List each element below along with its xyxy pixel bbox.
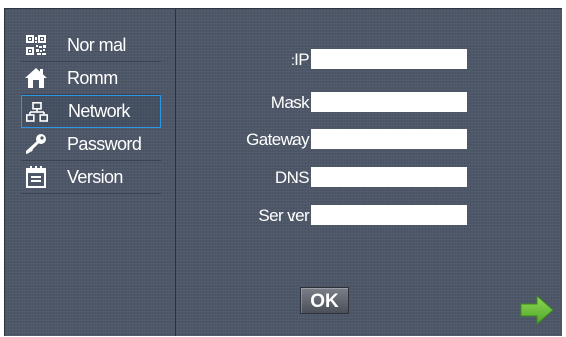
- gateway-colon: :: [291, 132, 295, 148]
- sidebar-item-label: Password: [67, 133, 142, 154]
- server-field[interactable]: [311, 205, 467, 225]
- ip-field[interactable]: [311, 49, 467, 69]
- sidebar-item-room[interactable]: Romm: [21, 62, 161, 95]
- mask-label: Mask: [270, 93, 310, 112]
- dns-row: DNS :: [176, 167, 562, 189]
- gateway-row: Gateway :: [176, 129, 562, 151]
- sidebar-item-password[interactable]: Password: [21, 128, 161, 161]
- arrow-right-icon: [519, 294, 555, 330]
- mask-field[interactable]: [311, 92, 467, 112]
- sidebar-item-network[interactable]: Network: [21, 95, 161, 128]
- calendar-icon: [24, 165, 48, 189]
- sidebar-item-version[interactable]: Version: [21, 161, 161, 194]
- sidebar: Nor mal Romm Network Password Version: [5, 9, 176, 336]
- server-row: Ser ver :: [176, 205, 562, 227]
- dns-colon: :: [291, 170, 295, 186]
- sidebar-item-label: Network: [68, 101, 130, 121]
- gateway-label: Gateway: [246, 130, 309, 149]
- next-button[interactable]: [519, 294, 555, 326]
- sidebar-item-normal[interactable]: Nor mal: [21, 29, 161, 62]
- ip-colon: :: [291, 52, 295, 68]
- sidebar-item-label: Nor mal: [67, 34, 126, 55]
- sidebar-item-label: Version: [67, 166, 123, 187]
- ok-button[interactable]: OK: [300, 287, 349, 314]
- network-icon: [25, 100, 49, 124]
- server-label: Ser ver: [258, 206, 309, 225]
- gateway-field[interactable]: [311, 129, 467, 149]
- settings-screen: Nor mal Romm Network Password Version IP…: [4, 8, 562, 336]
- sidebar-item-label: Romm: [67, 67, 118, 88]
- key-icon: [24, 132, 48, 156]
- ip-label: IP: [294, 50, 309, 69]
- mask-row: Mask :: [176, 92, 562, 114]
- ip-row: IP :: [176, 49, 562, 71]
- server-colon: :: [291, 208, 295, 224]
- qr-code-icon: [24, 33, 48, 57]
- mask-colon: :: [291, 95, 295, 111]
- home-icon: [24, 66, 48, 90]
- network-settings-panel: IP : Mask : Gateway : DNS : Ser ver : OK: [176, 9, 562, 336]
- dns-field[interactable]: [311, 167, 467, 187]
- settings-menu: Nor mal Romm Network Password Version: [21, 29, 161, 194]
